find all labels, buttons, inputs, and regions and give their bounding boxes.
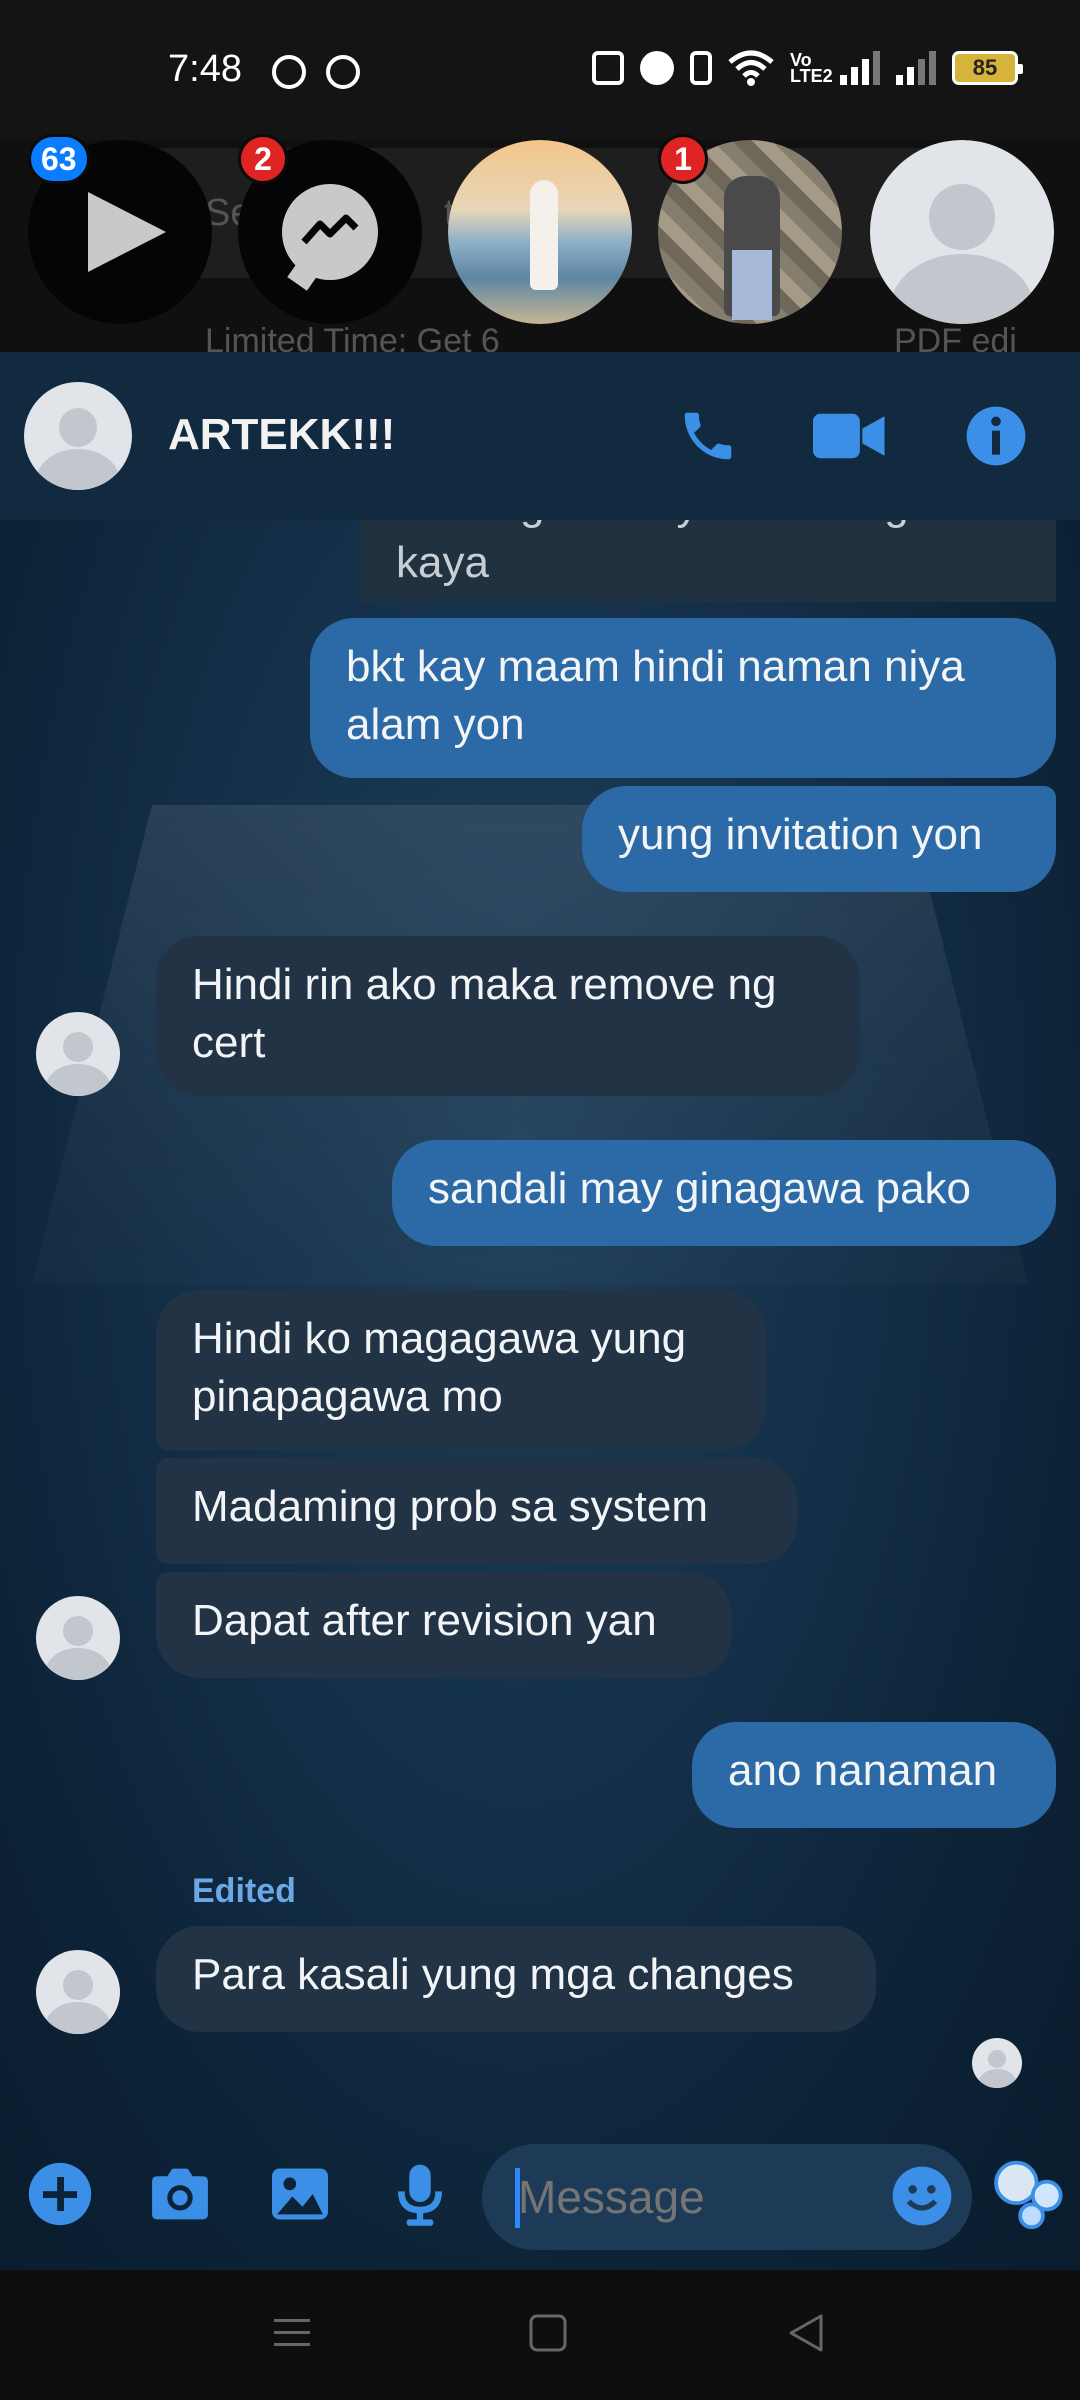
- message-text: ano nanaman: [728, 1746, 998, 1795]
- gallery-button[interactable]: [260, 2154, 340, 2234]
- alarm-icon: [640, 51, 674, 85]
- unread-badge: 63: [28, 134, 90, 184]
- image-icon: [272, 2168, 328, 2220]
- chat-head-contact-default[interactable]: [870, 140, 1054, 324]
- play-icon: [88, 192, 166, 272]
- menu-icon: [274, 2319, 310, 2346]
- unread-badge: 1: [658, 134, 708, 184]
- video-call-button[interactable]: [806, 392, 894, 480]
- status-icons: Vo LTE2 85: [592, 50, 1023, 86]
- chat-header-overlay: ARTEKK!!!: [0, 352, 1080, 520]
- avatar[interactable]: [24, 382, 132, 490]
- voice-clip-button[interactable]: [380, 2154, 460, 2234]
- camera-button[interactable]: [140, 2154, 220, 2234]
- messenger-icon: [282, 184, 378, 280]
- message-composer: [0, 2118, 1080, 2270]
- message-bubble-incoming[interactable]: Hindi rin ako maka remove ng cert: [156, 936, 860, 1096]
- edited-label: Edited: [192, 1872, 296, 1910]
- volte-icon: Vo LTE2: [790, 50, 833, 86]
- threads-icon: [272, 55, 306, 89]
- nfc-icon: [592, 51, 624, 85]
- message-text: yung invitation yon: [618, 810, 983, 859]
- back-icon: [789, 2314, 823, 2352]
- system-nav-bar: [0, 2270, 1080, 2400]
- message-text: Hindi rin ako maka remove ng cert: [192, 960, 777, 1067]
- bubbles-effect-button[interactable]: [984, 2148, 1074, 2238]
- avatar[interactable]: [36, 1596, 120, 1680]
- unread-badge: 2: [238, 134, 288, 184]
- signal-1-icon: [840, 51, 880, 85]
- message-text: sandali may ginagawa pako: [428, 1164, 972, 1213]
- battery-icon: 85: [952, 51, 1023, 85]
- status-time: 7:48: [168, 48, 242, 90]
- wifi-icon: [728, 50, 774, 86]
- battery-level: 85: [972, 55, 998, 80]
- message-bubble-incoming[interactable]: Para kasali yung mga changes: [156, 1926, 876, 2032]
- contact-name[interactable]: ARTEKK!!!: [168, 410, 395, 460]
- voice-call-button[interactable]: [664, 392, 752, 480]
- phone-icon: [684, 412, 732, 460]
- info-button[interactable]: [952, 392, 1040, 480]
- more-actions-button[interactable]: [20, 2154, 100, 2234]
- back-button[interactable]: [776, 2308, 836, 2358]
- message-bubble-incoming[interactable]: Dapat after revision yan: [156, 1572, 732, 1678]
- camera-icon: [152, 2168, 208, 2220]
- emoji-button[interactable]: [882, 2156, 962, 2236]
- avatar[interactable]: [36, 1950, 120, 2034]
- video-icon: [813, 413, 885, 459]
- emoji-icon: [892, 2166, 952, 2226]
- message-text: Para kasali yung mga changes: [192, 1950, 794, 1999]
- mic-icon: [398, 2164, 442, 2226]
- message-bubble-incoming[interactable]: Madaming prob sa system: [156, 1458, 798, 1564]
- chat-head-contact-beach[interactable]: [448, 140, 632, 324]
- home-icon: [529, 2314, 567, 2352]
- message-text: Madaming prob sa system: [192, 1482, 708, 1531]
- recents-button[interactable]: [262, 2308, 322, 2358]
- bubbles-icon: [994, 2160, 1063, 2230]
- message-bubble-outgoing[interactable]: yung invitation yon: [582, 786, 1056, 892]
- message-bubble-outgoing[interactable]: sandali may ginagawa pako: [392, 1140, 1056, 1246]
- plus-icon: [28, 2162, 92, 2226]
- seen-indicator-avatar: [972, 2038, 1022, 2088]
- messenger-notification-icon: [326, 55, 360, 89]
- home-button[interactable]: [518, 2308, 578, 2358]
- message-text: bkt kay maam hindi naman niya alam yon: [346, 642, 965, 749]
- message-text: Hindi ko magagawa yung pinapagawa mo: [192, 1314, 687, 1421]
- message-bubble-outgoing[interactable]: bkt kay maam hindi naman niya alam yon: [310, 618, 1056, 778]
- vibrate-icon: [690, 51, 712, 85]
- text-cursor: [515, 2168, 520, 2228]
- message-bubble-outgoing[interactable]: ano nanaman: [692, 1722, 1056, 1828]
- message-bubble-incoming[interactable]: Hindi ko magagawa yung pinapagawa mo: [156, 1290, 766, 1450]
- person-figure: [530, 180, 558, 290]
- message-text: Dapat after revision yan: [192, 1596, 657, 1645]
- status-bar: 7:48 Vo LTE2 85: [0, 0, 1080, 140]
- signal-2-icon: [896, 51, 936, 85]
- avatar[interactable]: [36, 1012, 120, 1096]
- info-icon: [966, 406, 1026, 466]
